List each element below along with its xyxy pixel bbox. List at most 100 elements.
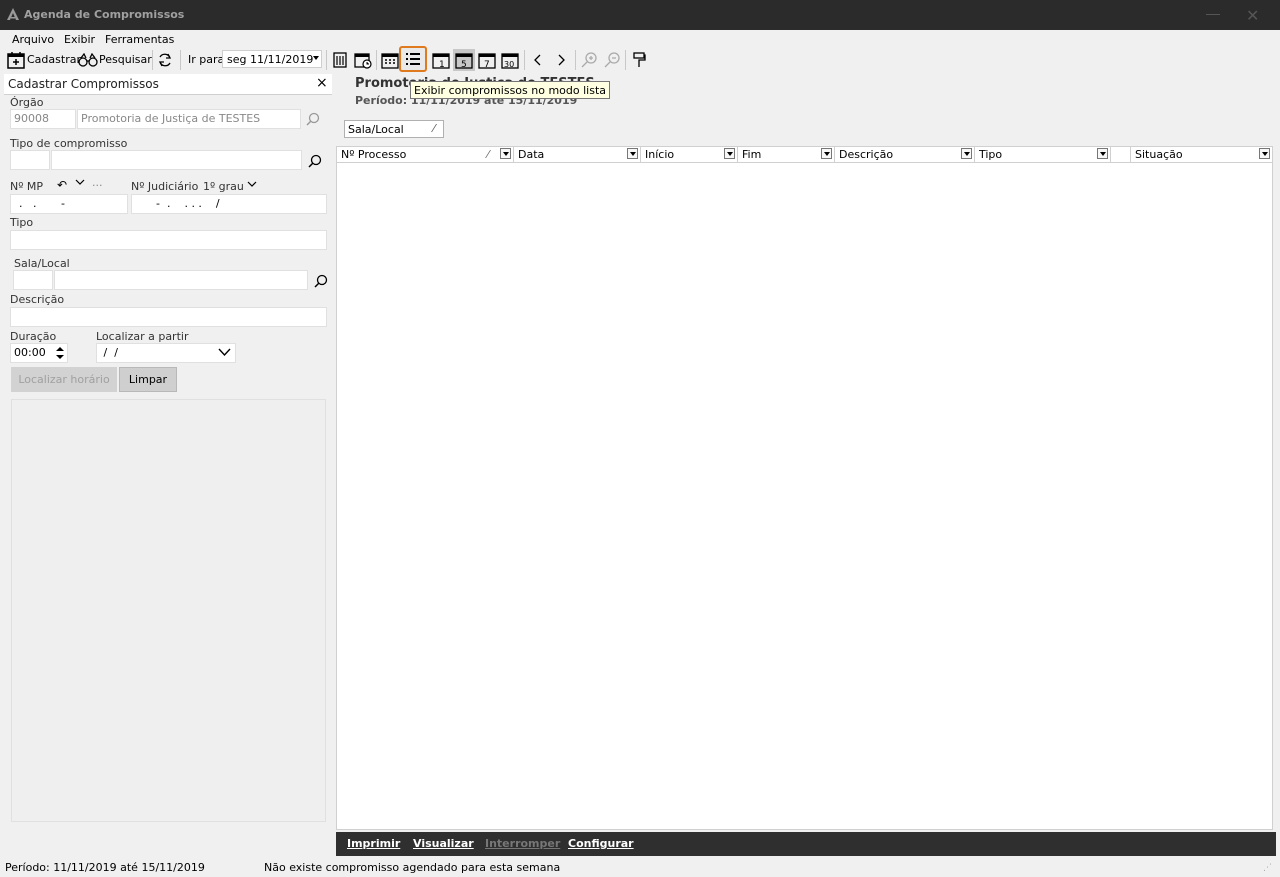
group-chip-label: Sala/Local: [348, 123, 404, 136]
column-header-blank[interactable]: [1111, 147, 1131, 163]
column-label: Fim: [742, 148, 762, 161]
menu-arquivo[interactable]: Arquivo: [12, 33, 54, 46]
window-title: Agenda de Compromissos: [24, 8, 185, 21]
pesquisar-button[interactable]: Pesquisar: [99, 53, 152, 66]
calendar-add-icon[interactable]: [5, 49, 27, 71]
filter-dropdown-icon[interactable]: [821, 148, 832, 159]
date-value: seg 11/11/2019: [227, 53, 314, 66]
localizar-label: Localizar a partir: [96, 330, 189, 343]
sort-icon: ⁄: [433, 122, 435, 135]
more-icon[interactable]: ···: [92, 179, 103, 192]
week-view-icon[interactable]: 7: [476, 49, 498, 71]
search-icon[interactable]: [308, 154, 322, 171]
refresh-icon[interactable]: [154, 49, 176, 71]
day-view-icon[interactable]: 1: [430, 49, 452, 71]
work-week-view-icon[interactable]: 5: [453, 49, 475, 71]
imprimir-button[interactable]: Imprimir: [347, 837, 400, 850]
toolbar-separator: [326, 50, 327, 70]
cadastrar-button[interactable]: Cadastrar: [27, 53, 81, 66]
column-label: Início: [645, 148, 675, 161]
chevron-right-icon[interactable]: [550, 49, 572, 71]
tipo-label: Tipo: [10, 216, 34, 229]
app-logo-icon: [7, 8, 19, 20]
visualizar-button[interactable]: Visualizar: [413, 837, 474, 850]
menu-exibir[interactable]: Exibir: [64, 33, 95, 46]
calendar-clock-icon[interactable]: [352, 49, 374, 71]
ir-para-label: Ir para: [188, 53, 225, 66]
localizar-horario-button[interactable]: Localizar horário: [11, 367, 117, 392]
close-window-button[interactable]: ✕: [1246, 6, 1259, 25]
configurar-button[interactable]: Configurar: [568, 837, 634, 850]
njud-label: Nº Judiciário: [131, 180, 199, 193]
search-icon[interactable]: [306, 112, 320, 129]
minimize-button[interactable]: [1206, 14, 1220, 15]
chevron-left-icon[interactable]: [527, 49, 549, 71]
zoom-out-icon[interactable]: [601, 49, 623, 71]
column-label: Data: [518, 148, 545, 161]
localizar-date-field[interactable]: / /: [96, 343, 236, 363]
close-panel-icon[interactable]: ×: [316, 75, 328, 91]
menu-bar: [0, 30, 1280, 48]
filter-dropdown-icon[interactable]: [1259, 148, 1270, 159]
binoculars-icon[interactable]: [77, 49, 99, 71]
chevron-down-icon[interactable]: [218, 347, 231, 360]
toolbar-separator: [524, 50, 525, 70]
panel-header: Cadastrar Compromissos ×: [4, 74, 332, 95]
tipo-compromisso-name-field[interactable]: [51, 150, 302, 170]
sort-icon: ⁄: [487, 148, 489, 161]
limpar-button[interactable]: Limpar: [119, 367, 177, 392]
format-painter-icon[interactable]: [628, 49, 650, 71]
group-chip-sala[interactable]: Sala/Local ⁄: [344, 120, 444, 138]
column-header-processo[interactable]: Nº Processo ⁄: [337, 147, 514, 163]
column-header-inicio[interactable]: Início: [641, 147, 738, 163]
descricao-field[interactable]: [10, 307, 327, 327]
panel-title: Cadastrar Compromissos: [8, 77, 159, 91]
month-view-icon[interactable]: 30: [499, 49, 521, 71]
interromper-button[interactable]: Interromper: [485, 837, 560, 850]
chevron-down-icon[interactable]: [75, 177, 85, 190]
tipo-field[interactable]: [10, 230, 327, 250]
tooltip: Exibir compromissos no modo lista: [410, 81, 611, 99]
filter-dropdown-icon[interactable]: [1097, 148, 1108, 159]
day-number: 1: [439, 60, 445, 69]
orgao-label: Órgão: [10, 96, 44, 109]
day-number: 7: [484, 60, 490, 69]
orgao-name-field[interactable]: Promotoria de Justiça de TESTES: [77, 109, 301, 129]
sala-name-field[interactable]: [54, 270, 308, 290]
chevron-down-icon[interactable]: [247, 179, 257, 192]
appointments-grid[interactable]: [336, 146, 1273, 830]
column-header-tipo[interactable]: Tipo: [975, 147, 1111, 163]
calendar-grid-icon[interactable]: [379, 49, 401, 71]
descricao-label: Descrição: [10, 293, 65, 306]
tipo-compromisso-code-field[interactable]: [10, 150, 50, 170]
column-header-descricao[interactable]: Descrição: [835, 147, 975, 163]
menu-ferramentas[interactable]: Ferramentas: [105, 33, 174, 46]
list-icon: [406, 53, 420, 65]
zoom-in-icon[interactable]: [578, 49, 600, 71]
filter-dropdown-icon[interactable]: [627, 148, 638, 159]
duracao-spinner-icon[interactable]: [55, 345, 65, 364]
filter-dropdown-icon[interactable]: [961, 148, 972, 159]
status-message: Não existe compromisso agendado para est…: [264, 861, 561, 874]
toolbar-separator: [152, 50, 153, 70]
nmp-field[interactable]: . . -: [10, 194, 128, 214]
filter-dropdown-icon[interactable]: [724, 148, 735, 159]
njud-field[interactable]: - . . . . /: [131, 194, 327, 214]
print-calendar-icon[interactable]: [329, 49, 351, 71]
sala-code-field[interactable]: [13, 270, 53, 290]
status-periodo: Período: 11/11/2019 até 15/11/2019: [5, 861, 205, 874]
tipo-compromisso-label: Tipo de compromisso: [10, 137, 128, 150]
column-header-situacao[interactable]: Situação: [1131, 147, 1272, 163]
resize-grip-icon[interactable]: ⋰: [1263, 863, 1272, 873]
search-icon[interactable]: [314, 274, 328, 291]
orgao-code-field[interactable]: 90008: [10, 109, 76, 129]
column-header-fim[interactable]: Fim: [738, 147, 835, 163]
report-action-bar: [336, 832, 1276, 856]
list-view-button[interactable]: [399, 46, 427, 72]
filter-dropdown-icon[interactable]: [500, 148, 511, 159]
title-bar: Agenda de Compromissos ✕: [0, 0, 1280, 30]
undo-icon[interactable]: ↶: [57, 178, 67, 192]
date-picker[interactable]: seg 11/11/2019: [222, 50, 322, 68]
column-header-data[interactable]: Data: [514, 147, 641, 163]
grau-select[interactable]: 1º grau: [203, 180, 244, 193]
